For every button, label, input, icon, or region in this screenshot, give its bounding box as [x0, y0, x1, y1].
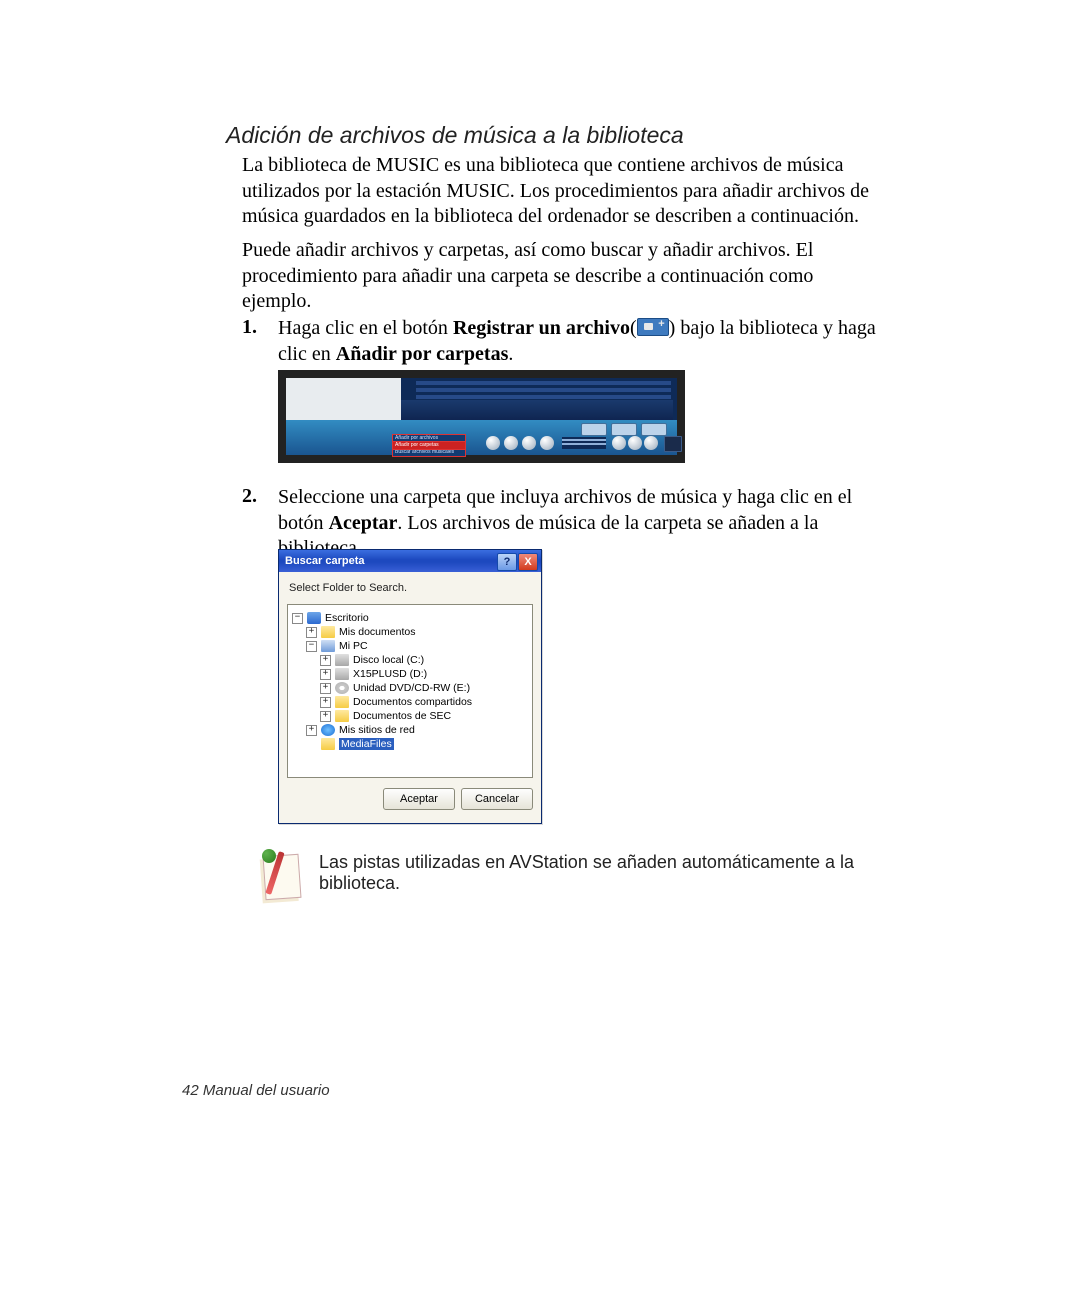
register-file-label: Registrar un archivo [453, 317, 630, 339]
tree-label: Mis sitios de red [339, 724, 415, 736]
help-button[interactable]: ? [497, 553, 517, 571]
folder-icon [335, 696, 349, 708]
register-file-menu[interactable]: Añadir por archivos Añadir por carpetas … [392, 434, 466, 457]
network-icon [321, 724, 335, 736]
step-1-number: 1. [242, 316, 257, 339]
drive-icon [335, 668, 349, 680]
next-button[interactable] [522, 436, 536, 450]
tree-label: Disco local (C:) [353, 654, 424, 666]
expand-icon[interactable] [306, 641, 317, 652]
tree-row-my-documents[interactable]: Mis documentos [292, 625, 528, 639]
expand-icon[interactable] [320, 655, 331, 666]
menu-item-search-music[interactable]: Buscar archivos musicales [393, 449, 465, 456]
player-top-bars [416, 381, 671, 399]
step-1-prefix: Haga clic en el botón [278, 317, 453, 339]
menu-item-add-by-folders[interactable]: Añadir por carpetas [393, 442, 465, 449]
expand-icon[interactable] [292, 613, 303, 624]
tree-label: Unidad DVD/CD-RW (E:) [353, 682, 470, 694]
folder-icon [321, 626, 335, 638]
paren-open: ( [630, 317, 637, 339]
page-number: 42 [182, 1082, 199, 1099]
tree-row-my-pc[interactable]: Mi PC [292, 639, 528, 653]
tree-row-drive-c[interactable]: Disco local (C:) [292, 653, 528, 667]
paragraph-1: La biblioteca de MUSIC es una biblioteca… [242, 153, 882, 230]
folder-icon [335, 710, 349, 722]
tree-label: Documentos compartidos [353, 696, 472, 708]
tree-row-shared-docs[interactable]: Documentos compartidos [292, 695, 528, 709]
pill-button-1[interactable] [581, 423, 607, 436]
tree-row-mediafiles[interactable]: MediaFiles [292, 737, 528, 751]
mode-button-1[interactable] [664, 436, 682, 452]
player-mid-bar [401, 400, 673, 420]
register-file-icon [637, 318, 669, 336]
step-1-suffix: . [508, 343, 513, 365]
footer-label: Manual del usuario [199, 1082, 330, 1099]
expand-icon[interactable] [306, 725, 317, 736]
expand-icon[interactable] [320, 697, 331, 708]
close-button[interactable]: X [518, 553, 538, 571]
tree-label-selected: MediaFiles [339, 738, 394, 750]
paren-close: ) [669, 317, 681, 339]
tree-label: Escritorio [325, 612, 369, 624]
paragraph-2: Puede añadir archivos y carpetas, así co… [242, 238, 882, 315]
note-icon [258, 849, 302, 901]
expand-icon[interactable] [320, 683, 331, 694]
stop-button[interactable] [504, 436, 518, 450]
folder-icon [321, 738, 335, 750]
prev-button[interactable] [540, 436, 554, 450]
pill-button-2[interactable] [611, 423, 637, 436]
note-text: Las pistas utilizadas en AVStation se añ… [319, 852, 881, 894]
tree-label: Mis documentos [339, 626, 415, 638]
browse-folder-dialog: Buscar carpeta ? X Select Folder to Sear… [278, 549, 542, 824]
cancel-button[interactable]: Cancelar [461, 788, 533, 810]
vol-button-1[interactable] [612, 436, 626, 450]
tree-row-dvd[interactable]: Unidad DVD/CD-RW (E:) [292, 681, 528, 695]
expand-icon[interactable] [320, 711, 331, 722]
step-2-number: 2. [242, 485, 257, 508]
vol-button-2[interactable] [628, 436, 642, 450]
tree-label: Documentos de SEC [353, 710, 451, 722]
progress-indicator [562, 437, 606, 449]
dialog-message: Select Folder to Search. [279, 572, 541, 594]
dialog-titlebar[interactable]: Buscar carpeta ? X [279, 550, 541, 572]
dialog-title: Buscar carpeta [285, 555, 365, 567]
section-heading: Adición de archivos de música a la bibli… [226, 122, 684, 149]
pill-button-3[interactable] [641, 423, 667, 436]
disc-icon [335, 682, 349, 694]
page-footer: 42 Manual del usuario [182, 1082, 330, 1099]
tree-label: X15PLUSD (D:) [353, 668, 427, 680]
expand-icon[interactable] [306, 627, 317, 638]
tree-row-network[interactable]: Mis sitios de red [292, 723, 528, 737]
folder-tree[interactable]: Escritorio Mis documentos Mi PC Disco lo… [287, 604, 533, 778]
drive-icon [335, 654, 349, 666]
accept-label: Aceptar [329, 512, 398, 534]
tree-row-sec-docs[interactable]: Documentos de SEC [292, 709, 528, 723]
computer-icon [321, 640, 335, 652]
tree-row-desktop[interactable]: Escritorio [292, 611, 528, 625]
vol-button-3[interactable] [644, 436, 658, 450]
desktop-icon [307, 612, 321, 624]
ok-button[interactable]: Aceptar [383, 788, 455, 810]
add-by-folders-label: Añadir por carpetas [336, 343, 509, 365]
player-screenshot: Añadir por archivos Añadir por carpetas … [278, 370, 685, 463]
tree-label: Mi PC [339, 640, 368, 652]
menu-item-add-by-files[interactable]: Añadir por archivos [393, 435, 465, 442]
step-1-text: Haga clic en el botón Registrar un archi… [278, 316, 882, 367]
tree-row-drive-d[interactable]: X15PLUSD (D:) [292, 667, 528, 681]
play-button[interactable] [486, 436, 500, 450]
expand-icon[interactable] [320, 669, 331, 680]
dialog-button-row: Aceptar Cancelar [279, 778, 541, 810]
